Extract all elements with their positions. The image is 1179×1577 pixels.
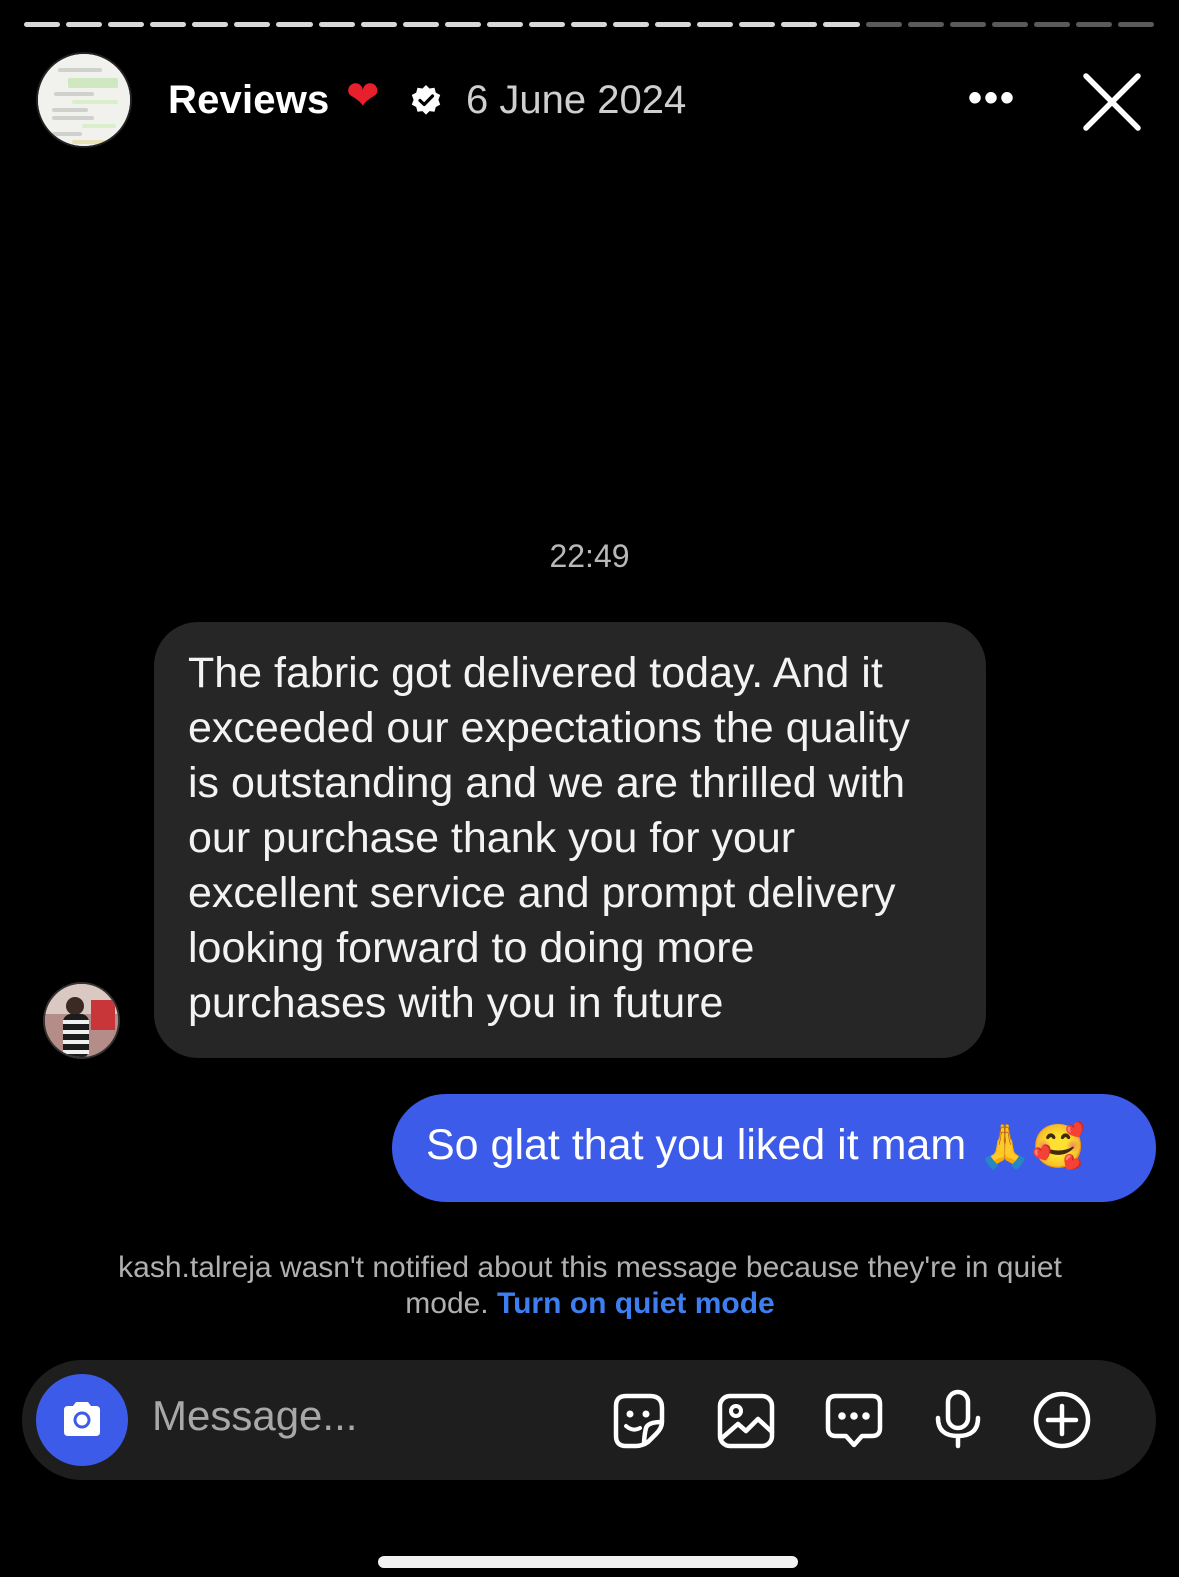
- story-progress-segment: [991, 22, 1028, 27]
- story-progress-bar: [24, 22, 1155, 28]
- message-composer: [22, 1360, 1156, 1480]
- story-progress-segment: [1118, 22, 1155, 27]
- story-progress-segment: [697, 22, 734, 27]
- story-progress-segment: [571, 22, 608, 27]
- story-progress-segment: [823, 22, 860, 27]
- story-progress-segment: [24, 22, 61, 27]
- story-avatar[interactable]: [36, 52, 132, 148]
- sticker-icon[interactable]: [606, 1388, 670, 1452]
- story-progress-segment: [655, 22, 692, 27]
- red-heart-emoji-icon: ❤: [346, 74, 380, 118]
- incoming-message-bubble[interactable]: The fabric got delivered today. And it e…: [154, 622, 986, 1058]
- chat-options-icon[interactable]: [822, 1388, 886, 1452]
- outgoing-message-text: So glat that you liked it mam: [426, 1121, 967, 1169]
- story-title[interactable]: Reviews: [168, 78, 330, 123]
- story-progress-segment: [318, 22, 355, 27]
- story-progress-segment: [402, 22, 439, 27]
- verified-badge-icon: [411, 85, 441, 115]
- story-header: Reviews ❤ 6 June 2024 •••: [36, 52, 1155, 150]
- quiet-mode-notice: kash.talreja wasn't notified about this …: [100, 1250, 1080, 1322]
- story-progress-segment: [276, 22, 313, 27]
- story-progress-segment: [949, 22, 986, 27]
- story-progress-segment: [781, 22, 818, 27]
- message-timestamp: 22:49: [549, 538, 630, 574]
- story-progress-segment: [150, 22, 187, 27]
- story-progress-segment: [865, 22, 902, 27]
- outgoing-message-emojis: 🙏🥰: [978, 1123, 1086, 1172]
- camera-button[interactable]: [36, 1374, 128, 1466]
- camera-icon: [64, 1402, 100, 1436]
- sender-avatar-photo: [45, 984, 118, 1057]
- outgoing-message-bubble[interactable]: So glat that you liked it mam 🙏🥰: [392, 1094, 1156, 1202]
- story-progress-segment: [444, 22, 481, 27]
- story-date: 6 June 2024: [466, 78, 687, 122]
- turn-on-quiet-mode-link[interactable]: Turn on quiet mode: [497, 1287, 775, 1320]
- story-progress-segment: [907, 22, 944, 27]
- home-indicator[interactable]: [378, 1556, 798, 1568]
- story-progress-segment: [613, 22, 650, 27]
- story-progress-segment: [360, 22, 397, 27]
- story-progress-segment: [739, 22, 776, 27]
- story-progress-segment: [234, 22, 271, 27]
- story-progress-segment: [66, 22, 103, 27]
- gallery-icon[interactable]: [714, 1388, 778, 1452]
- story-progress-segment: [192, 22, 229, 27]
- story-progress-segment: [1033, 22, 1070, 27]
- story-progress-segment: [528, 22, 566, 27]
- story-progress-segment: [486, 22, 523, 27]
- story-avatar-thumbnail: [38, 54, 130, 146]
- more-horizontal-icon[interactable]: •••: [968, 78, 1016, 118]
- message-input[interactable]: [152, 1392, 552, 1440]
- sender-avatar[interactable]: [43, 982, 120, 1059]
- microphone-icon[interactable]: [926, 1388, 990, 1452]
- close-icon[interactable]: [1080, 70, 1144, 134]
- add-icon[interactable]: [1030, 1388, 1094, 1452]
- story-progress-segment: [108, 22, 145, 27]
- story-progress-segment: [1075, 22, 1113, 27]
